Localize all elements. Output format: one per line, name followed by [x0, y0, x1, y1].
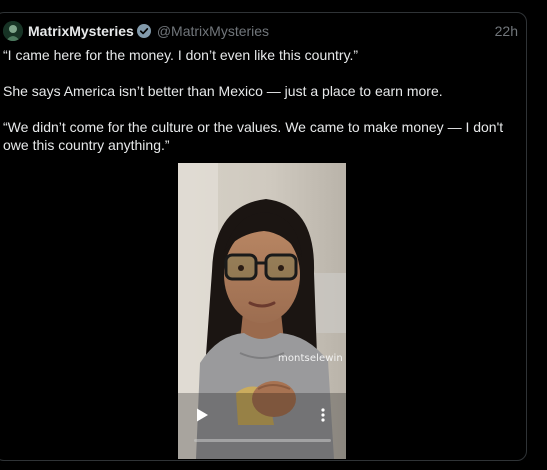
previous-content-clip: · — [0, 0, 547, 10]
tweet-header: MatrixMysteries @MatrixMysteries 22h — [3, 20, 518, 42]
tweet-text: “I came here for the money. I don’t even… — [3, 46, 513, 172]
tweet-paragraph: “We didn’t come for the culture or the v… — [3, 119, 504, 153]
video-player[interactable]: montselewin — [178, 163, 346, 459]
display-name[interactable]: MatrixMysteries — [28, 23, 134, 39]
tweet-paragraph: “I came here for the money. I don’t even… — [3, 47, 359, 63]
avatar[interactable] — [3, 21, 23, 41]
tweet-paragraph: She says America isn’t better than Mexic… — [3, 83, 443, 99]
tweet-card[interactable]: MatrixMysteries @MatrixMysteries 22h “I … — [0, 12, 527, 461]
timestamp[interactable]: 22h — [495, 23, 518, 39]
handle[interactable]: @MatrixMysteries — [157, 23, 269, 39]
play-icon[interactable] — [194, 407, 210, 423]
video-progress-bar[interactable] — [194, 439, 331, 442]
more-vertical-icon[interactable] — [316, 407, 330, 423]
video-watermark: montselewin — [278, 353, 343, 364]
verified-badge-icon — [136, 24, 151, 38]
